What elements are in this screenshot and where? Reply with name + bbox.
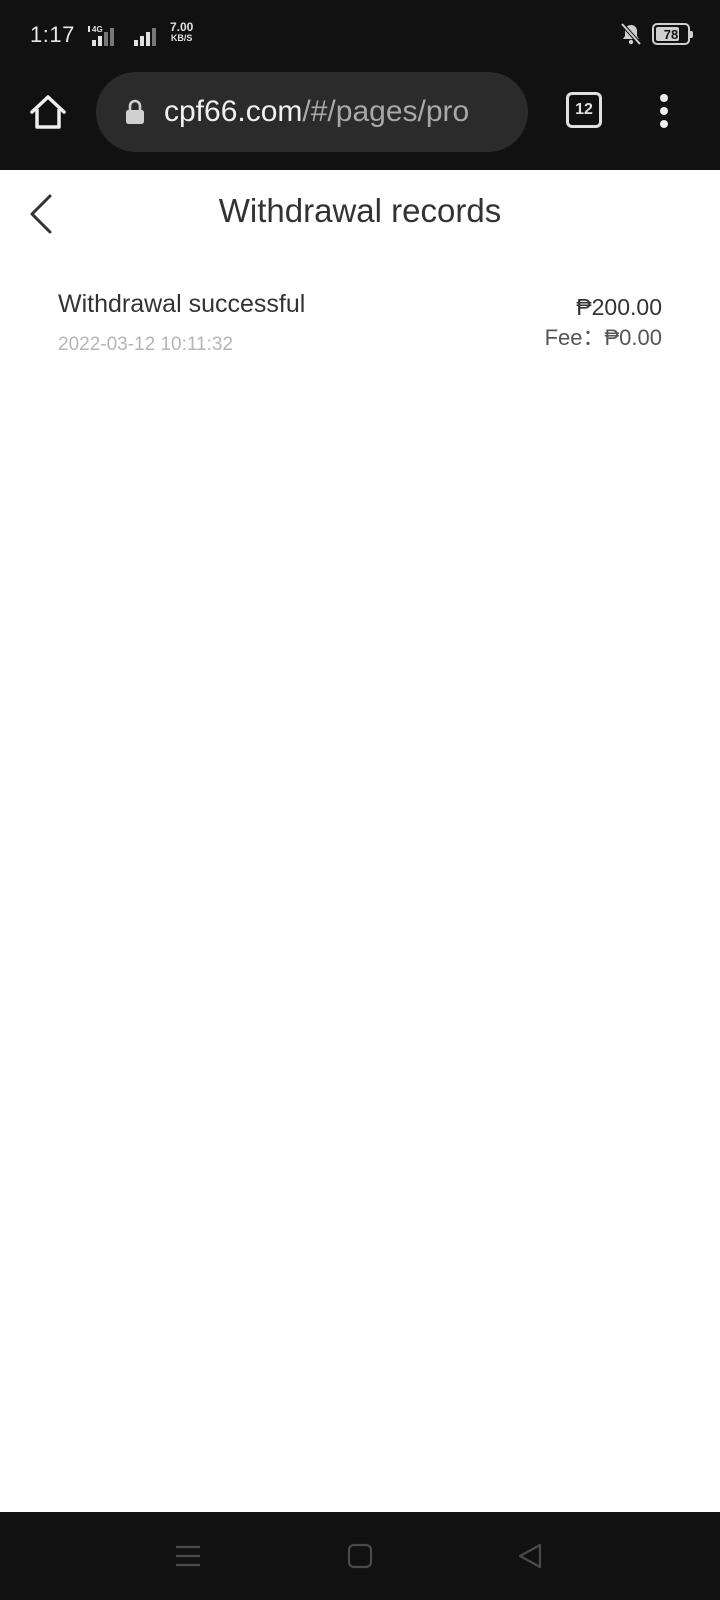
network-speed: 7.00 KB/S [170, 20, 194, 44]
url-path: /#/pages/pro [302, 95, 470, 128]
status-signals: 4G [86, 24, 162, 48]
home-icon[interactable] [26, 90, 70, 134]
status-time: 1:17 [30, 22, 75, 47]
page-header: Withdrawal records [0, 170, 720, 262]
network-speed-value: 7.00 [170, 20, 194, 34]
back-triangle-icon[interactable] [516, 1542, 544, 1570]
url-text: cpf66.com/#/pages/pro [164, 95, 469, 129]
status-bar: 1:17 4G 7.00 KB/S 78 [0, 0, 720, 70]
battery-level: 78 [663, 26, 679, 42]
system-nav-bar [0, 1512, 720, 1600]
home-square-icon[interactable] [346, 1542, 374, 1570]
battery-icon: 78 [652, 23, 693, 45]
signal-icon [134, 28, 156, 46]
network-speed-unit: KB/S [170, 33, 193, 43]
records-list: Withdrawal successful 2022-03-12 10:11:3… [0, 280, 720, 360]
record-status: Withdrawal successful [58, 290, 306, 318]
address-bar[interactable]: cpf66.com/#/pages/pro [96, 72, 528, 152]
record-amount: ₱200.00 [576, 294, 662, 320]
url-host: cpf66.com [164, 95, 303, 128]
browser-toolbar: cpf66.com/#/pages/pro 12 [0, 70, 720, 170]
signal-icon: 4G [88, 25, 114, 46]
tab-count: 12 [575, 101, 593, 118]
status-right: 78 [620, 22, 693, 46]
tabs-icon[interactable]: 12 [566, 92, 602, 128]
record-time: 2022-03-12 10:11:32 [58, 334, 234, 355]
page-title: Withdrawal records [218, 192, 502, 229]
lock-icon [126, 99, 144, 124]
list-item[interactable]: Withdrawal successful 2022-03-12 10:11:3… [58, 280, 662, 360]
record-fee: Fee：₱0.00 [544, 325, 662, 350]
more-vert-icon[interactable] [648, 92, 680, 132]
menu-icon[interactable] [174, 1542, 202, 1570]
network-type-label: 4G [92, 25, 103, 34]
bell-muted-icon [620, 22, 642, 46]
